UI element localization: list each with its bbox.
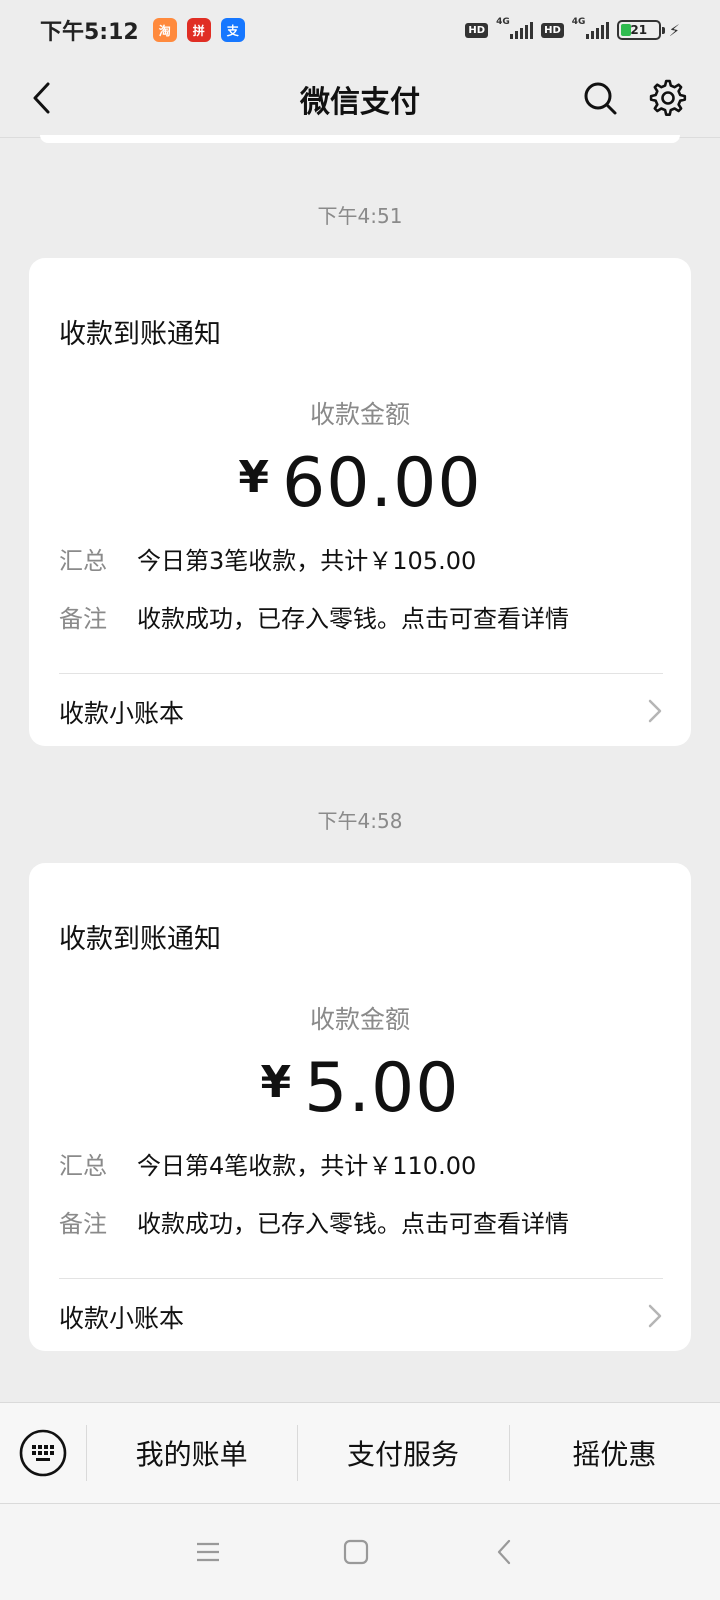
amount-label: 收款金额 xyxy=(309,400,410,429)
alipay-app-icon: 支 xyxy=(220,18,245,42)
amount-number: 5.00 xyxy=(304,1049,460,1128)
hd-badge: HD xyxy=(465,22,489,38)
status-notification-icons: 淘 拼 支 xyxy=(152,18,245,42)
card-title: 收款到账通知 xyxy=(59,319,221,350)
signal-icon: 4G xyxy=(496,17,534,39)
summary-value: 今日第4笔收款，共计￥110.00 xyxy=(137,1152,477,1180)
status-time: 下午5:12 xyxy=(40,20,139,45)
summary-key: 汇总 xyxy=(59,1152,107,1180)
summary-row: 汇总 今日第3笔收款，共计￥105.00 xyxy=(59,541,476,576)
pinduoduo-app-icon: 拼 xyxy=(186,18,211,42)
summary-row: 汇总 今日第4笔收款，共计￥110.00 xyxy=(59,1146,476,1181)
note-key: 备注 xyxy=(59,605,107,633)
home-button[interactable] xyxy=(340,1536,372,1568)
menu-icon xyxy=(197,1542,219,1562)
back-button[interactable] xyxy=(20,76,64,120)
card-divider xyxy=(59,673,663,674)
chevron-right-icon xyxy=(648,1304,662,1328)
system-nav-bar xyxy=(0,1504,720,1600)
page-title: 微信支付 xyxy=(300,84,420,120)
note-row: 备注 收款成功，已存入零钱。点击可查看详情 xyxy=(59,1204,569,1239)
signal-icon: 4G xyxy=(572,17,609,39)
bottom-menu: 我的账单 支付服务 摇优惠 xyxy=(0,1402,720,1504)
message-time: 下午4:58 xyxy=(317,809,403,833)
currency-symbol: ¥ xyxy=(238,452,270,503)
network-type-label: 4G xyxy=(571,17,586,27)
payment-notification-card[interactable]: 收款到账通知 收款金额 ¥60.00 汇总 今日第3笔收款，共计￥105.00 … xyxy=(29,258,691,746)
summary-value: 今日第3笔收款，共计￥105.00 xyxy=(137,547,477,575)
back-triangle-icon xyxy=(497,1539,511,1565)
recent-apps-button[interactable] xyxy=(192,1536,224,1568)
battery-icon: 21 xyxy=(616,20,665,40)
amount-value: ¥5.00 xyxy=(29,1049,691,1128)
nav-bar: 微信支付 xyxy=(0,60,720,138)
summary-key: 汇总 xyxy=(59,547,107,575)
network-type-label: 4G xyxy=(496,17,510,27)
status-indicators: HD 4G HD 4G 21 ⚡ xyxy=(465,17,680,40)
status-bar: 下午5:12 淘 拼 支 HD 4G HD 4G 21 ⚡ xyxy=(0,0,720,60)
back-arrow-icon xyxy=(33,82,50,114)
gear-icon xyxy=(649,79,687,116)
menu-payment-services[interactable]: 支付服务 xyxy=(297,1403,508,1503)
amount-value: ¥60.00 xyxy=(29,444,691,523)
payment-notification-card[interactable]: 收款到账通知 收款金额 ¥5.00 汇总 今日第4笔收款，共计￥110.00 备… xyxy=(29,863,691,1351)
card-title: 收款到账通知 xyxy=(59,924,221,955)
charging-icon: ⚡ xyxy=(668,20,680,40)
ledger-link[interactable]: 收款小账本 xyxy=(59,1299,184,1335)
chevron-right-icon xyxy=(648,699,662,723)
amount-number: 60.00 xyxy=(281,444,482,523)
note-row: 备注 收款成功，已存入零钱。点击可查看详情 xyxy=(59,599,569,634)
currency-symbol: ¥ xyxy=(260,1057,293,1108)
taobao-app-icon: 淘 xyxy=(152,18,177,42)
note-value: 收款成功，已存入零钱。点击可查看详情 xyxy=(137,1210,569,1238)
keyboard-toggle-button[interactable] xyxy=(0,1403,86,1503)
previous-card-edge xyxy=(40,135,680,143)
system-back-button[interactable] xyxy=(488,1536,520,1568)
menu-my-bills[interactable]: 我的账单 xyxy=(86,1403,297,1503)
settings-button[interactable] xyxy=(646,76,690,120)
hd-badge: HD xyxy=(541,22,564,38)
battery-level: 21 xyxy=(630,23,648,37)
ledger-link[interactable]: 收款小账本 xyxy=(59,694,184,730)
note-value: 收款成功，已存入零钱。点击可查看详情 xyxy=(137,605,569,633)
keyboard-icon xyxy=(19,1429,67,1477)
note-key: 备注 xyxy=(59,1210,107,1238)
card-divider xyxy=(59,1278,663,1279)
menu-shake-offers[interactable]: 摇优惠 xyxy=(508,1403,720,1503)
home-square-icon xyxy=(343,1539,369,1565)
search-button[interactable] xyxy=(578,76,622,120)
search-icon xyxy=(584,82,617,115)
amount-label: 收款金额 xyxy=(309,1005,410,1034)
message-time: 下午4:51 xyxy=(317,204,403,228)
